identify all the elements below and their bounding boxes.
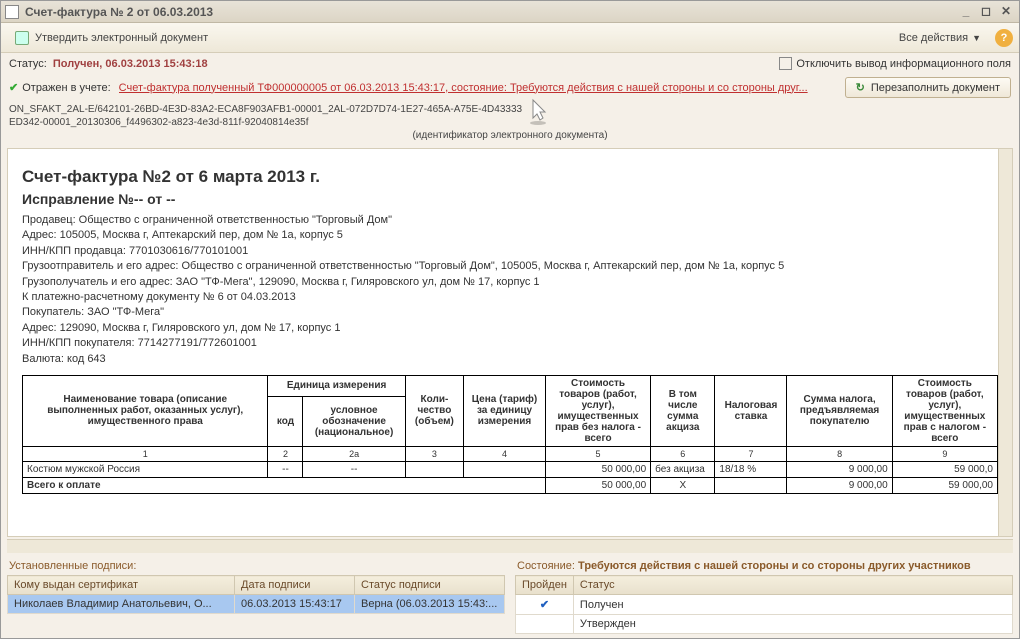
- doc-correction: Исправление №-- от --: [22, 191, 998, 207]
- th-tax-sum: Сумма налога, предъявляемая покупателю: [787, 375, 892, 446]
- th-rate: Налоговая ставка: [715, 375, 787, 446]
- maximize-button[interactable]: ◻: [977, 4, 995, 20]
- status-row: Статус: Получен, 06.03.2013 15:43:18 Отк…: [1, 53, 1019, 74]
- approve-button[interactable]: Утвердить электронный документ: [7, 29, 216, 47]
- signatures-section: Установленные подписи: Кому выдан сертиф…: [7, 557, 505, 634]
- invoice-table: Наименование товара (описание выполненны…: [22, 375, 998, 494]
- minimize-button[interactable]: _: [957, 4, 975, 20]
- th-state-status[interactable]: Статус: [573, 576, 1012, 595]
- signature-row[interactable]: Николаев Владимир Анатольевич, О... 06.0…: [8, 595, 505, 614]
- th-excise: В том числе сумма акциза: [651, 375, 715, 446]
- shipper: Грузоотправитель и его адрес: Общество с…: [22, 259, 998, 274]
- signatures-grid: Кому выдан сертификат Дата подписи Стату…: [7, 575, 505, 614]
- num-row: 1 2 2а 3 4 5 6 7 8 9: [23, 446, 998, 461]
- th-cost-notax: Стоимость товаров (работ, услуг), имущес…: [545, 375, 650, 446]
- state-label: Состояние: Требуются действия с нашей ст…: [515, 557, 1013, 575]
- vertical-scrollbar[interactable]: [998, 149, 1012, 536]
- window-title: Счет-фактура № 2 от 06.03.2013: [25, 5, 955, 19]
- window: Счет-фактура № 2 от 06.03.2013 _ ◻ ✕ Утв…: [0, 0, 1020, 639]
- th-unit: Единица измерения: [268, 375, 405, 396]
- toolbar: Утвердить электронный документ Все дейст…: [1, 23, 1019, 53]
- th-price: Цена (тариф) за единицу измерения: [464, 375, 546, 446]
- titlebar: Счет-фактура № 2 от 06.03.2013 _ ◻ ✕: [1, 1, 1019, 23]
- th-cert[interactable]: Кому выдан сертификат: [8, 576, 235, 595]
- approve-icon: [15, 31, 29, 45]
- seller-inn: ИНН/КПП продавца: 7701030616/770101001: [22, 244, 998, 259]
- doc-id-line1: ON_SFAKT_2AL-E/642101-26BD-4E3D-83A2-ECA…: [9, 103, 1011, 116]
- close-button[interactable]: ✕: [997, 4, 1015, 20]
- horizontal-scrollbar[interactable]: [7, 539, 1013, 553]
- refill-button[interactable]: ↻ Перезаполнить документ: [845, 77, 1011, 98]
- state-section: Состояние: Требуются действия с нашей ст…: [515, 557, 1013, 634]
- chevron-down-icon: ▼: [972, 33, 981, 43]
- status-label: Статус:: [9, 58, 47, 70]
- doc-id-line2: ED342-00001_20130306_f4496302-a823-4e3d-…: [9, 116, 1011, 129]
- reflect-label: Отражен в учете:: [22, 82, 110, 94]
- disable-info-label: Отключить вывод информационного поля: [796, 58, 1011, 70]
- approve-label: Утвердить электронный документ: [35, 32, 208, 44]
- reflect-row: ✔ Отражен в учете: Счет-фактура полученн…: [1, 74, 1019, 101]
- state-grid: Пройден Статус ✔ Получен Утвержден: [515, 575, 1013, 634]
- th-sig-status[interactable]: Статус подписи: [355, 576, 505, 595]
- refresh-icon: ↻: [856, 81, 865, 94]
- state-value: Требуются действия с нашей стороны и со …: [578, 560, 971, 572]
- seller-addr: Адрес: 105005, Москва г, Аптекарский пер…: [22, 228, 998, 243]
- all-actions-label: Все действия: [899, 32, 968, 44]
- doc-title: Счет-фактура №2 от 6 марта 2013 г.: [22, 167, 998, 187]
- table-row: Костюм мужской Россия -- -- 50 000,00 бе…: [23, 461, 998, 477]
- total-row: Всего к оплате 50 000,00 X 9 000,00 59 0…: [23, 477, 998, 493]
- help-icon[interactable]: ?: [995, 29, 1013, 47]
- th-sig-date[interactable]: Дата подписи: [235, 576, 355, 595]
- refill-label: Перезаполнить документ: [871, 82, 1000, 94]
- all-actions-menu[interactable]: Все действия ▼: [893, 30, 987, 46]
- th-qty: Коли-чество (объем): [405, 375, 463, 446]
- th-unit-name: условное обозначение (национальное): [303, 396, 405, 446]
- doc-id-sub: (идентификатор электронного документа): [9, 129, 1011, 146]
- th-cost-tax: Стоимость товаров (работ, услуг), имущес…: [892, 375, 997, 446]
- buyer-addr: Адрес: 129090, Москва г, Гиляровского ул…: [22, 321, 998, 336]
- passed-check-icon: ✔: [540, 599, 549, 611]
- doc-id-block: ON_SFAKT_2AL-E/642101-26BD-4E3D-83A2-ECA…: [1, 101, 1019, 146]
- buyer-inn: ИНН/КПП покупателя: 7714277191/772601001: [22, 336, 998, 351]
- payment: К платежно-расчетному документу № 6 от 0…: [22, 290, 998, 305]
- reflect-link[interactable]: Счет-фактура полученный ТФ000000005 от 0…: [119, 82, 837, 94]
- document-area: Счет-фактура №2 от 6 марта 2013 г. Испра…: [7, 148, 1013, 537]
- th-name: Наименование товара (описание выполненны…: [23, 375, 268, 446]
- seller: Продавец: Общество с ограниченной ответс…: [22, 213, 998, 228]
- state-row[interactable]: ✔ Получен: [516, 595, 1013, 615]
- buyer: Покупатель: ЗАО "ТФ-Мега": [22, 305, 998, 320]
- currency: Валюта: код 643: [22, 352, 998, 367]
- bottom-panel: Установленные подписи: Кому выдан сертиф…: [1, 553, 1019, 638]
- th-code: код: [268, 396, 303, 446]
- disable-info-button[interactable]: Отключить вывод информационного поля: [779, 57, 1011, 70]
- status-value: Получен, 06.03.2013 15:43:18: [53, 58, 208, 70]
- th-passed[interactable]: Пройден: [516, 576, 574, 595]
- info-off-icon: [779, 57, 792, 70]
- check-icon: ✔: [9, 81, 18, 94]
- consignee: Грузополучатель и его адрес: ЗАО "ТФ-Мег…: [22, 275, 998, 290]
- doc-icon: [5, 5, 19, 19]
- signatures-label: Установленные подписи:: [7, 557, 505, 575]
- state-row[interactable]: Утвержден: [516, 615, 1013, 634]
